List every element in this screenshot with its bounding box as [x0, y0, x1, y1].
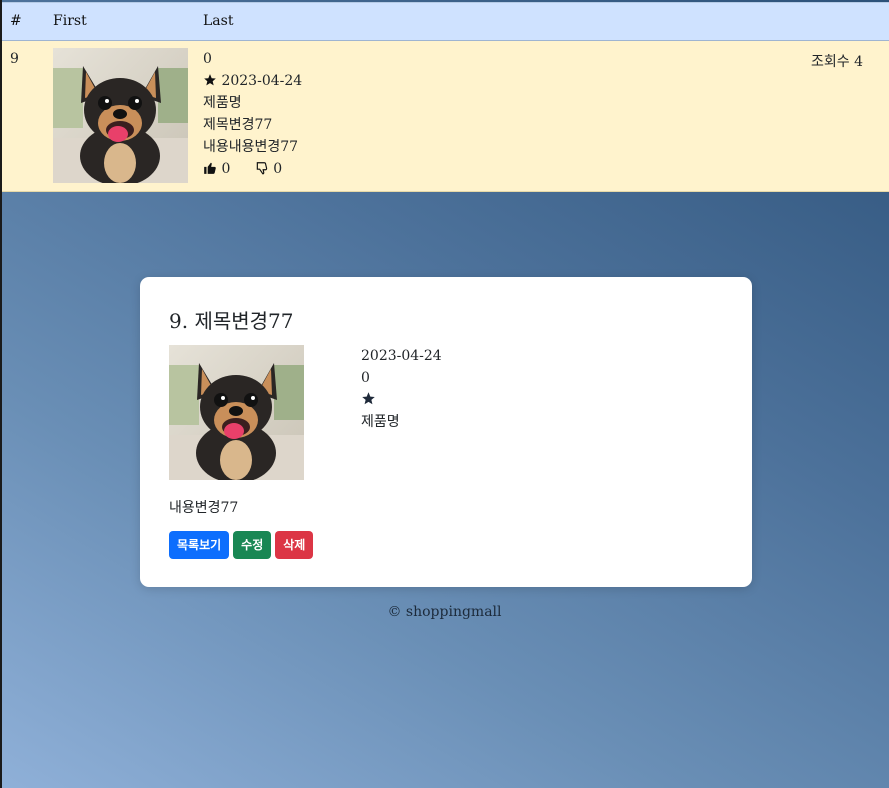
dislike-button[interactable]: 0: [255, 161, 282, 177]
like-button[interactable]: 0: [203, 161, 235, 177]
card-actions: 목록보기 수정 삭제: [169, 531, 314, 559]
thumbs-up-icon: [204, 162, 216, 174]
row-number: 9: [10, 51, 19, 67]
card-rating: [361, 389, 442, 411]
header-first: First: [53, 13, 87, 29]
list-button[interactable]: 목록보기: [169, 531, 230, 559]
footer-copyright: © shoppingmall: [387, 604, 502, 620]
row-date: 2023-04-24: [221, 73, 303, 89]
card-meta: 2023-04-24 0 제품명: [361, 345, 442, 433]
star-icon: [362, 392, 375, 405]
dog-photo: [169, 345, 304, 480]
row-price: 0: [203, 51, 212, 67]
card-content: 내용변경77: [169, 500, 239, 516]
view-count: 조회수 4: [811, 54, 863, 70]
card-price: 0: [361, 370, 370, 386]
detail-card: 9. 제목변경77 2023-04-24 0 제품명 내용변경77 목록보기 수…: [140, 277, 752, 587]
row-reactions: 0 0: [203, 158, 302, 180]
dog-photo[interactable]: [53, 48, 188, 183]
product-table: # First Last 9 0 2023-04-24 제품명 제목변경77 내…: [2, 2, 889, 192]
row-info: 0 2023-04-24 제품명 제목변경77 내용내용변경77 0 0: [203, 48, 302, 180]
row-date-line: 2023-04-24: [203, 70, 302, 92]
header-last: Last: [203, 13, 234, 29]
delete-button[interactable]: 삭제: [275, 531, 314, 559]
row-title[interactable]: 제목변경77: [203, 114, 302, 136]
header-num: #: [10, 13, 22, 29]
row-product: 제품명: [203, 95, 242, 111]
like-count: 0: [221, 161, 231, 177]
dislike-count: 0: [273, 161, 283, 177]
card-title: 9. 제목변경77: [169, 309, 294, 333]
row-content: 내용내용변경77: [203, 139, 299, 155]
thumbs-down-icon: [256, 162, 268, 175]
table-header: # First Last: [2, 2, 889, 41]
table-row[interactable]: 9 0 2023-04-24 제품명 제목변경77 내용내용변경77 0 0 조…: [2, 41, 889, 192]
edit-button[interactable]: 수정: [233, 531, 272, 559]
star-icon: [204, 74, 216, 86]
card-product: 제품명: [361, 414, 400, 430]
card-date: 2023-04-24: [361, 348, 442, 364]
